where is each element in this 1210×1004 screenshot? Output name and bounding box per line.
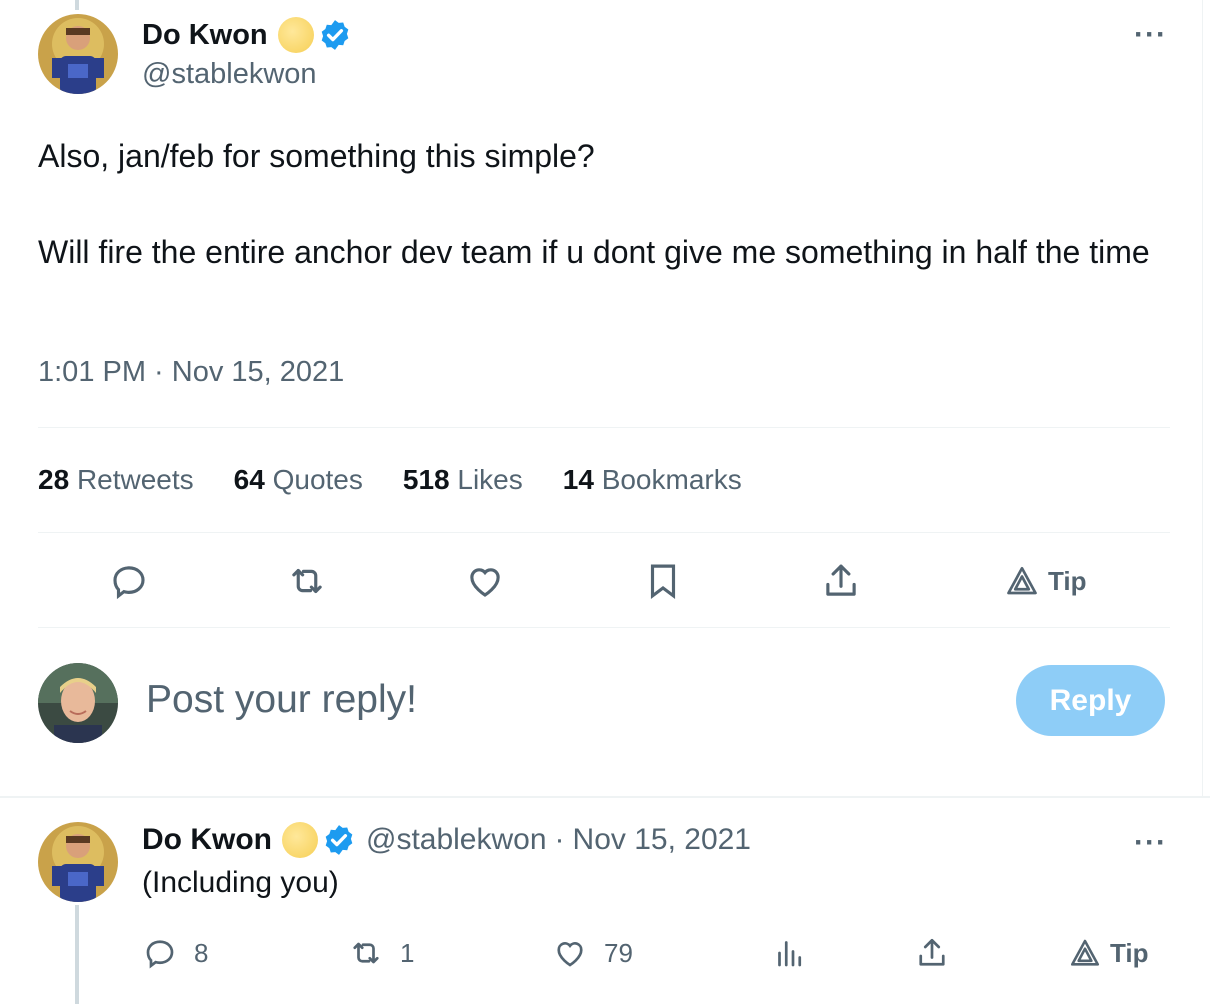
stat-label: Retweets bbox=[76, 464, 194, 495]
reply-author-handle[interactable]: @stablekwon bbox=[366, 823, 547, 857]
reply-author-avatar[interactable] bbox=[38, 822, 118, 902]
share-icon bbox=[826, 564, 856, 596]
stat-label: Likes bbox=[457, 464, 523, 495]
share-button[interactable] bbox=[820, 556, 862, 606]
tweet-text: Also, jan/feb for something this simple?… bbox=[38, 132, 1158, 276]
reply-reply-button[interactable]: 8 bbox=[142, 930, 208, 976]
reply-share-button[interactable] bbox=[914, 930, 950, 976]
views-icon bbox=[778, 941, 802, 967]
stat-label: Quotes bbox=[272, 464, 363, 495]
retweet-button[interactable] bbox=[286, 556, 328, 606]
coin-badge-icon bbox=[277, 17, 314, 53]
reply-tip-button[interactable]: Tip bbox=[1068, 930, 1149, 976]
tip-button[interactable]: Tip bbox=[1004, 556, 1087, 606]
verified-icon bbox=[325, 825, 353, 855]
stat-retweets[interactable]: 28 Retweets bbox=[38, 464, 194, 496]
reply-icon bbox=[113, 566, 145, 600]
stat-count: 28 bbox=[38, 464, 70, 495]
author-name-text: Do Kwon bbox=[142, 18, 268, 51]
author-handle[interactable]: @stablekwon bbox=[142, 58, 317, 91]
section-divider bbox=[0, 796, 1210, 798]
share-icon bbox=[919, 938, 945, 966]
reply-text: (Including you) bbox=[142, 866, 339, 899]
tweet-action-bar: Tip bbox=[0, 556, 1210, 606]
like-count: 79 bbox=[604, 937, 633, 968]
reply-input[interactable]: Post your reply! bbox=[146, 678, 417, 722]
stat-bookmarks[interactable]: 14 Bookmarks bbox=[563, 464, 742, 496]
stat-count: 14 bbox=[562, 464, 594, 495]
verified-icon bbox=[321, 20, 348, 50]
tip-icon bbox=[1007, 566, 1037, 595]
retweet-count: 1 bbox=[400, 937, 415, 968]
stat-quotes[interactable]: 64 Quotes bbox=[234, 464, 363, 496]
bookmark-icon bbox=[650, 564, 676, 600]
tweet-stats: 28 Retweets 64 Quotes 518 Likes 14 Bookm… bbox=[38, 464, 782, 496]
coin-badge-icon bbox=[281, 822, 318, 858]
stat-count: 64 bbox=[233, 464, 265, 495]
tip-icon bbox=[1070, 939, 1100, 966]
divider bbox=[38, 427, 1170, 428]
stat-count: 518 bbox=[402, 464, 450, 495]
retweet-icon bbox=[353, 942, 379, 964]
reply-header: Do Kwon @stablekwon · Nov 15, 2021 bbox=[142, 822, 751, 858]
current-user-avatar[interactable] bbox=[38, 663, 118, 743]
author-name[interactable]: Do Kwon bbox=[142, 14, 352, 56]
stat-likes[interactable]: 518 Likes bbox=[403, 464, 523, 496]
tip-label: Tip bbox=[1110, 937, 1149, 968]
reply-author-name[interactable]: Do Kwon bbox=[142, 823, 272, 857]
reply-date[interactable]: Nov 15, 2021 bbox=[573, 823, 751, 857]
reply-count: 8 bbox=[194, 937, 209, 968]
stat-label: Bookmarks bbox=[601, 464, 742, 495]
retweet-icon bbox=[292, 568, 322, 594]
like-button[interactable] bbox=[464, 556, 506, 606]
reply-action-bar: 8 1 79 Tip bbox=[0, 930, 1210, 976]
more-icon[interactable]: ··· bbox=[1134, 826, 1167, 860]
divider bbox=[38, 627, 1170, 628]
tip-label: Tip bbox=[1048, 565, 1087, 596]
tweet-text-line: Will fire the entire anchor dev team if … bbox=[38, 234, 1150, 270]
separator: · bbox=[554, 823, 565, 856]
reply-like-button[interactable]: 79 bbox=[552, 930, 633, 976]
bookmark-button[interactable] bbox=[642, 556, 684, 606]
views-button[interactable] bbox=[772, 930, 808, 976]
like-icon bbox=[470, 568, 500, 597]
reply-submit-button[interactable]: Reply bbox=[1016, 665, 1165, 736]
divider bbox=[38, 532, 1170, 533]
reply-icon bbox=[146, 940, 174, 969]
tweet-frame bbox=[4, 0, 1203, 796]
more-icon[interactable]: ··· bbox=[1134, 18, 1167, 52]
tweet-text-line: Also, jan/feb for something this simple? bbox=[38, 138, 595, 174]
reply-retweet-button[interactable]: 1 bbox=[348, 930, 414, 976]
reply-button[interactable] bbox=[108, 556, 150, 606]
like-icon bbox=[557, 942, 583, 967]
tweet-timestamp[interactable]: 1:01 PM · Nov 15, 2021 bbox=[38, 356, 344, 389]
author-avatar[interactable] bbox=[38, 14, 118, 94]
